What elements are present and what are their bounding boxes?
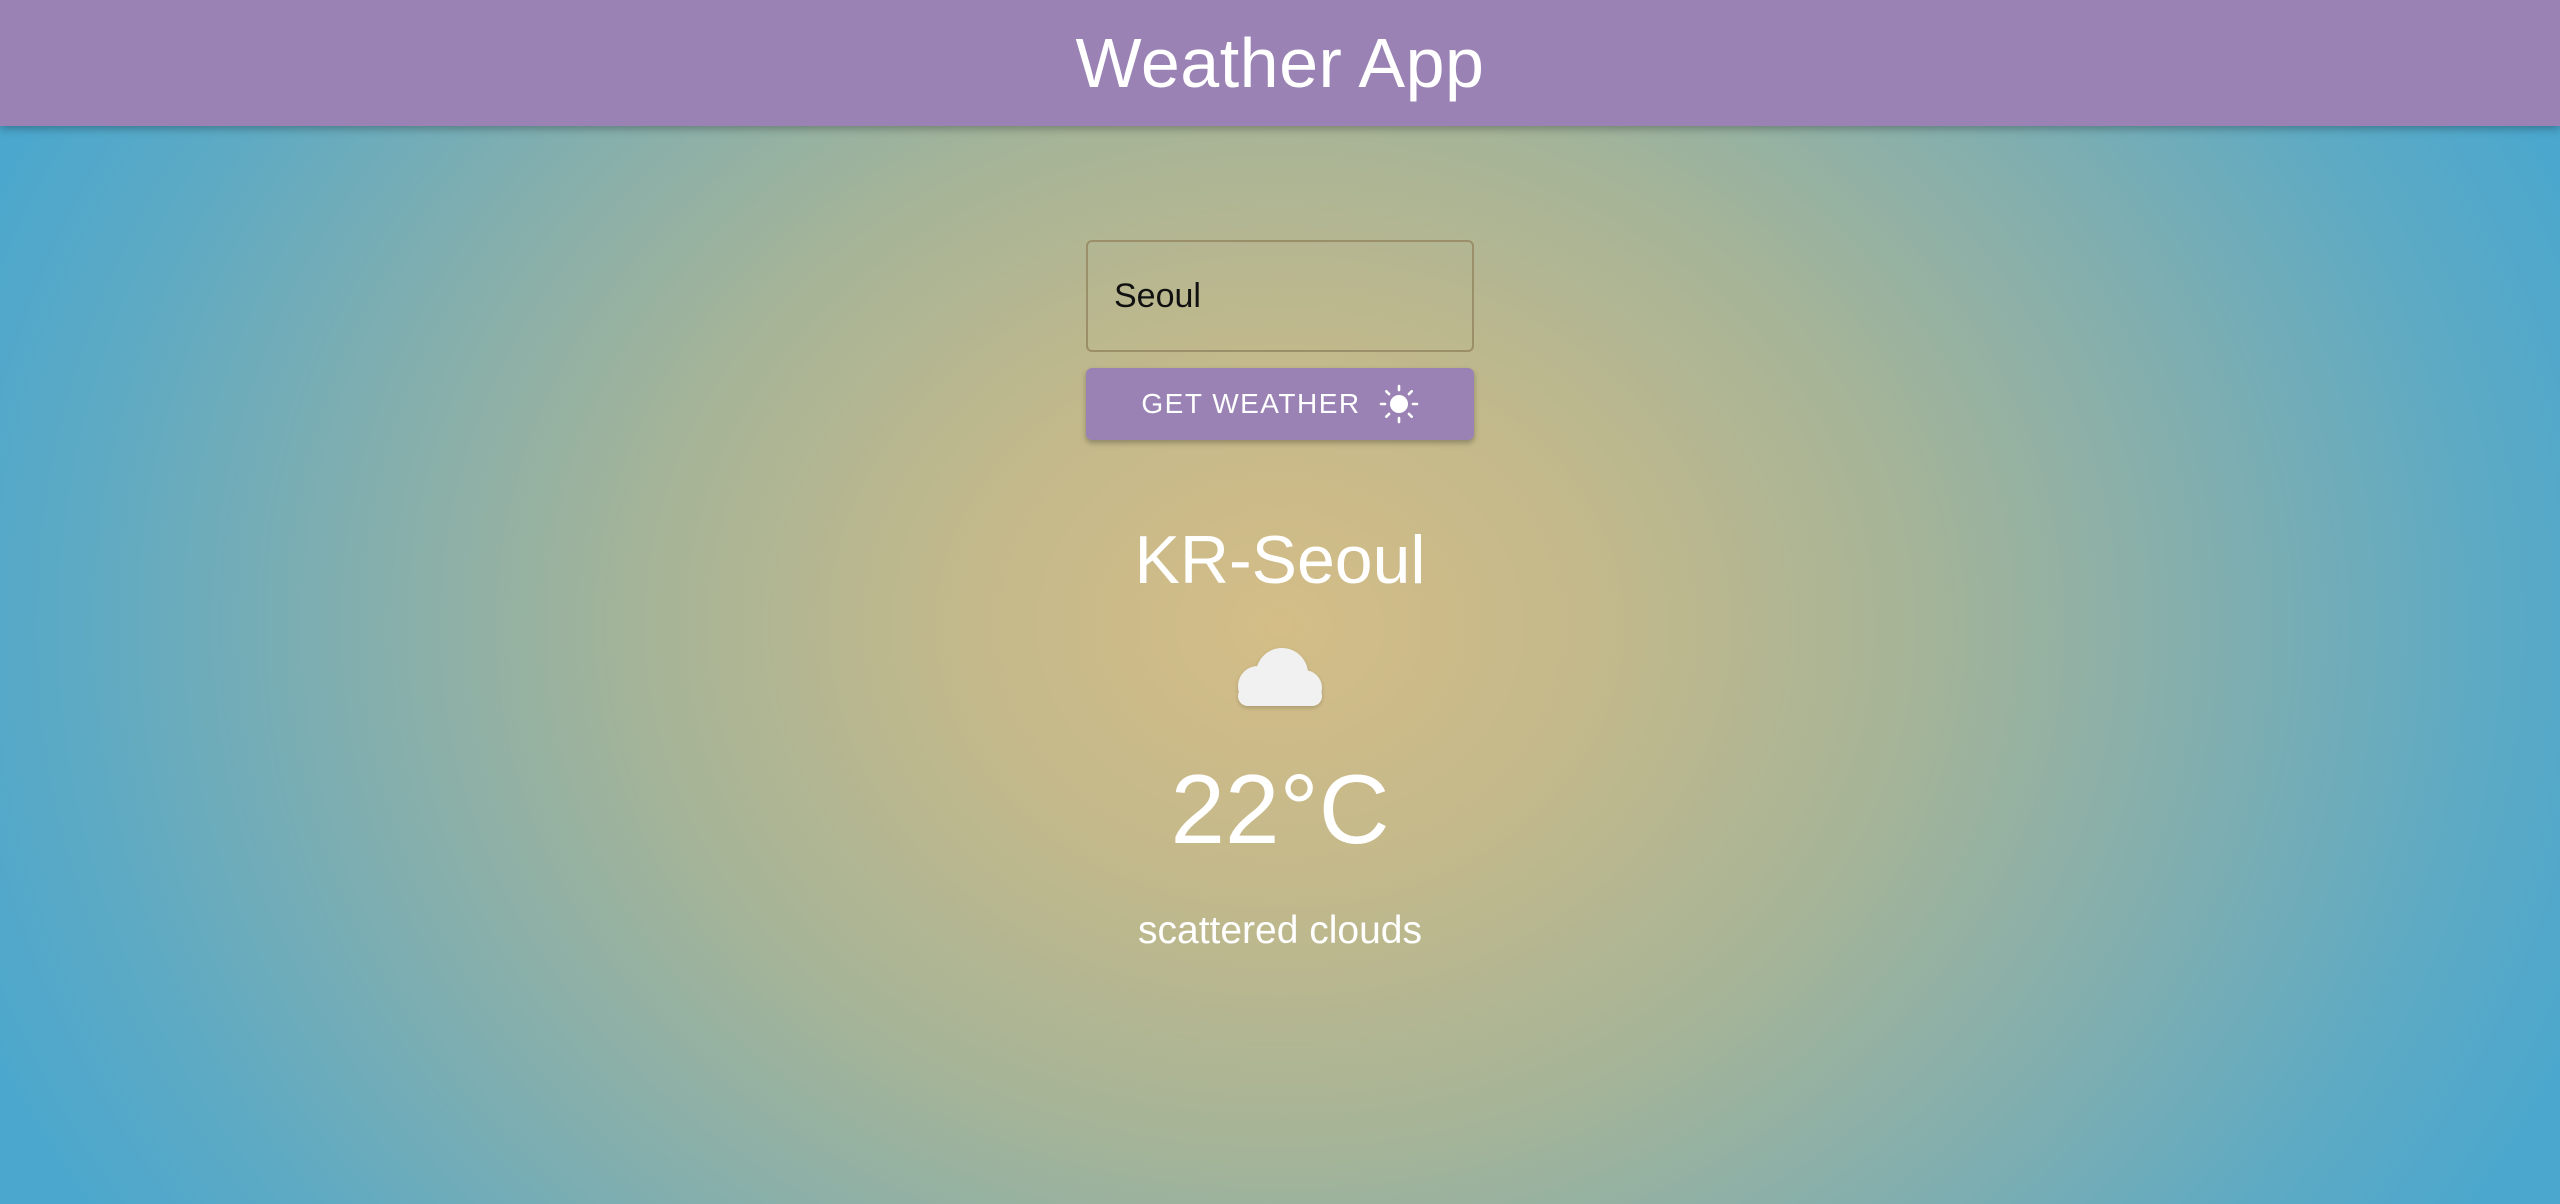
weather-description: scattered clouds: [1138, 909, 1422, 952]
get-weather-button[interactable]: GET WEATHER: [1086, 368, 1474, 440]
city-search: [1086, 240, 1474, 352]
sun-icon: [1379, 384, 1418, 424]
location-name: KR-Seoul: [1134, 522, 1426, 598]
cloud-icon: [1238, 648, 1322, 706]
city-input[interactable]: [1086, 240, 1474, 352]
get-weather-label: GET WEATHER: [1141, 388, 1361, 419]
app-header: Weather App: [0, 0, 2560, 126]
temperature: 22°C: [1170, 754, 1390, 864]
app-title: Weather App: [1075, 24, 1485, 102]
